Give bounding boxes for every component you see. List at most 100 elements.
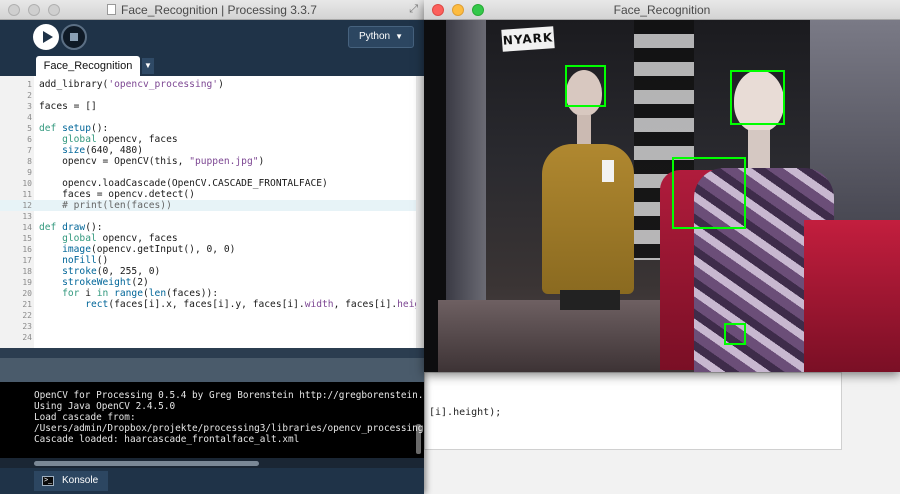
line-number: 4: [27, 113, 32, 122]
line-number: 18: [22, 267, 32, 276]
editor-scrollbar[interactable]: [416, 76, 424, 348]
code-text: # print(len(faces)): [39, 200, 172, 211]
terminal-icon: >_: [42, 476, 54, 486]
tab-console[interactable]: >_ Konsole: [34, 471, 108, 491]
code-text: def setup():: [39, 123, 109, 134]
code-line[interactable]: 4: [0, 112, 416, 123]
editor-tabbar: Face_Recognition ▼: [0, 56, 424, 76]
mannequin-neck-left: [577, 115, 591, 145]
sketch-window: Face_Recognition NYARK: [424, 0, 900, 372]
console-line: Cascade loaded: haarcascade_frontalface_…: [34, 434, 300, 445]
line-number: 24: [22, 333, 32, 342]
ide-toolbar: Python ▼: [0, 20, 424, 56]
ide-window-title: Face_Recognition | Processing 3.3.7: [0, 3, 424, 17]
line-number: 16: [22, 245, 32, 254]
tab-menu-chevron-icon[interactable]: ▼: [142, 58, 154, 74]
mode-label: Python: [358, 31, 391, 42]
sketch-titlebar[interactable]: Face_Recognition: [424, 0, 900, 20]
red-garment-right: [804, 220, 900, 372]
code-text: strokeWeight(2): [39, 277, 149, 288]
mannequin-neck-right: [748, 130, 770, 168]
code-text: for i in range(len(faces)):: [39, 288, 219, 299]
line-number: 8: [27, 157, 32, 166]
code-line[interactable]: 20 for i in range(len(faces)):: [0, 288, 416, 299]
run-button[interactable]: [33, 24, 59, 50]
code-line[interactable]: 21 rect(faces[i].x, faces[i].y, faces[i]…: [0, 299, 424, 310]
code-line[interactable]: 6 global opencv, faces: [0, 134, 416, 145]
console-line: Load cascade from:: [34, 412, 136, 423]
code-text: rect(faces[i].x, faces[i].y, faces[i].wi…: [39, 299, 424, 310]
code-line[interactable]: 13: [0, 211, 416, 222]
code-text: global opencv, faces: [39, 134, 178, 145]
console-tab-label: Konsole: [62, 475, 99, 486]
tab-face-recognition[interactable]: Face_Recognition: [36, 56, 140, 76]
console-line: OpenCV for Processing 0.5.4 by Greg Bore…: [34, 390, 424, 401]
line-number: 15: [22, 234, 32, 243]
code-text: size(640, 480): [39, 145, 143, 156]
line-number: 17: [22, 256, 32, 265]
stop-button[interactable]: [61, 24, 87, 50]
code-line[interactable]: 24: [0, 332, 416, 343]
code-editor[interactable]: 1 add_library('opencv_processing') 2 3 faces…: [0, 76, 424, 348]
code-line[interactable]: 23: [0, 321, 416, 332]
yellow-sweater: [542, 144, 634, 294]
mode-selector[interactable]: Python ▼: [347, 26, 414, 48]
code-line[interactable]: 8 opencv = OpenCV(this, "puppen.jpg"): [0, 156, 416, 167]
line-number: 2: [27, 91, 32, 100]
face-detection-box: [724, 323, 746, 345]
line-number: 22: [22, 311, 32, 320]
code-line[interactable]: 19 strokeWeight(2): [0, 277, 416, 288]
code-text: opencv = OpenCV(this, "puppen.jpg"): [39, 156, 265, 167]
code-line[interactable]: 11 faces = opencv.detect(): [0, 189, 416, 200]
code-line[interactable]: 5 def setup():: [0, 123, 416, 134]
code-text: stroke(0, 255, 0): [39, 266, 161, 277]
line-number: 9: [27, 168, 32, 177]
code-line[interactable]: 9: [0, 167, 416, 178]
ide-footer: >_ Konsole: [0, 468, 424, 494]
editor-console-splitter[interactable]: [0, 348, 424, 358]
chevron-down-icon: ▼: [395, 32, 403, 41]
code-line[interactable]: 17 noFill(): [0, 255, 416, 266]
code-line[interactable]: 22: [0, 310, 416, 321]
background-editor-window: [i].height);: [424, 372, 842, 450]
line-number: 7: [27, 146, 32, 155]
code-line[interactable]: 3 faces = []: [0, 101, 416, 112]
code-line[interactable]: 7 size(640, 480): [0, 145, 416, 156]
mannequin-base-left: [560, 290, 620, 310]
line-number: 12: [22, 201, 32, 210]
sketch-canvas: NYARK: [424, 20, 900, 372]
face-detection-box: [672, 157, 746, 229]
code-line[interactable]: 10 opencv.loadCascade(OpenCV.CASCADE_FRO…: [0, 178, 416, 189]
code-line[interactable]: 18 stroke(0, 255, 0): [0, 266, 416, 277]
code-text: add_library('opencv_processing'): [39, 79, 224, 90]
document-icon: [107, 4, 117, 15]
console-line: Using Java OpenCV 2.4.5.0: [34, 401, 176, 412]
line-number: 23: [22, 322, 32, 331]
code-line[interactable]: 15 global opencv, faces: [0, 233, 416, 244]
code-line[interactable]: 1 add_library('opencv_processing'): [0, 79, 416, 90]
code-text: faces = []: [39, 101, 97, 112]
line-number: 21: [22, 300, 32, 309]
console-output: OpenCV for Processing 0.5.4 by Greg Bore…: [0, 382, 424, 458]
console-line: /Users/admin/Dropbox/projekte/processing…: [34, 423, 424, 434]
line-number: 14: [22, 223, 32, 232]
line-number: 3: [27, 102, 32, 111]
ide-titlebar[interactable]: Face_Recognition | Processing 3.3.7 ⤢: [0, 0, 424, 20]
line-number: 5: [27, 124, 32, 133]
line-number: 6: [27, 135, 32, 144]
fullscreen-icon[interactable]: ⤢: [409, 3, 418, 16]
face-detection-box: [565, 65, 606, 107]
price-tag: [602, 160, 614, 182]
line-number: 1: [27, 80, 32, 89]
code-line[interactable]: 12 # print(len(faces)): [0, 200, 416, 211]
console-hscroll-thumb[interactable]: [34, 461, 259, 466]
code-text: image(opencv.getInput(), 0, 0): [39, 244, 236, 255]
line-number: 19: [22, 278, 32, 287]
code-text: global opencv, faces: [39, 233, 178, 244]
code-line[interactable]: 2: [0, 90, 416, 101]
sketch-window-title: Face_Recognition: [613, 3, 711, 17]
code-text: faces = opencv.detect(): [39, 189, 195, 200]
code-line[interactable]: 14 def draw():: [0, 222, 416, 233]
background-editor-text: [i].height);: [429, 407, 502, 418]
code-line[interactable]: 16 image(opencv.getInput(), 0, 0): [0, 244, 416, 255]
